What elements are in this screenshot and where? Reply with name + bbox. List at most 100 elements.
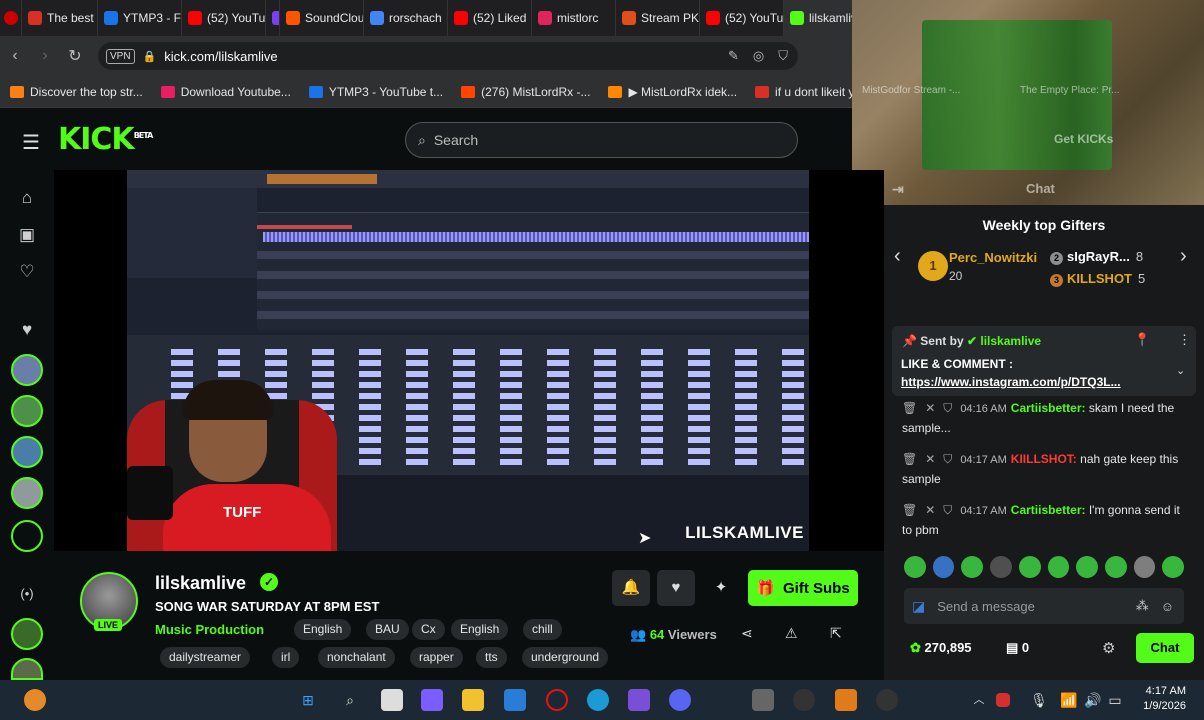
followed-channel-avatar-3[interactable]	[11, 436, 43, 468]
reload-button[interactable]: ↻	[60, 46, 90, 66]
kick-emote-icon[interactable]: ◪	[912, 598, 925, 615]
tag-pill[interactable]: irl	[272, 647, 300, 668]
microphone-icon[interactable]: 🎙	[1028, 689, 1050, 711]
tag-pill[interactable]: dailystreamer	[160, 647, 251, 668]
channel-points[interactable]: ✿ 270,895	[910, 640, 972, 656]
emote-icon[interactable]	[990, 556, 1012, 578]
theater-mode-icon[interactable]: ⇱	[830, 625, 842, 642]
opera-menu-icon[interactable]	[0, 0, 22, 36]
share-icon[interactable]: ⋖	[741, 625, 753, 642]
tag-pill[interactable]: underground	[522, 647, 609, 668]
category-link[interactable]: Music Production	[155, 622, 264, 637]
ban-icon[interactable]: ✕	[925, 452, 935, 466]
github-icon[interactable]	[793, 689, 815, 711]
channel-name[interactable]: lilskamlive	[155, 573, 246, 594]
battery-icon[interactable]: ▭	[1104, 689, 1126, 711]
file-explorer-icon[interactable]	[462, 689, 484, 711]
tray-app-icon[interactable]	[996, 693, 1010, 707]
following-heart-icon[interactable]: ♡	[17, 262, 37, 282]
delete-icon[interactable]: 🗑	[902, 503, 917, 517]
followed-channel-avatar-2[interactable]	[11, 395, 43, 427]
followed-channel-avatar-4[interactable]	[11, 477, 43, 509]
browser-tab[interactable]: (52) YouTu	[182, 0, 266, 36]
emote-icon[interactable]	[1104, 556, 1127, 578]
browser-tab[interactable]: SoundClou	[280, 0, 364, 36]
pin-icon[interactable]: 📍	[1134, 332, 1150, 348]
tag-pill[interactable]: Cx	[412, 619, 445, 640]
followed-heart-icon[interactable]: ♥	[17, 320, 37, 340]
copilot-icon[interactable]	[421, 689, 443, 711]
tag-pill[interactable]: tts	[476, 647, 507, 668]
bookmark-item[interactable]: (276) MistLordRx -...	[461, 85, 604, 99]
edit-icon[interactable]: ✎	[728, 48, 739, 64]
wifi-icon[interactable]: 📶	[1058, 689, 1080, 711]
bookmark-item[interactable]: YTMP3 - YouTube t...	[308, 85, 457, 99]
browser-tab[interactable]: rorschach	[364, 0, 448, 36]
browse-icon[interactable]: ▣	[17, 225, 37, 245]
browser-tab[interactable]: mistlorc	[532, 0, 616, 36]
followed-channel-avatar-5[interactable]	[11, 520, 43, 552]
fl-studio-icon[interactable]	[835, 689, 857, 711]
windows-start-icon[interactable]: ⊞	[297, 689, 319, 711]
emote-icon[interactable]	[1076, 556, 1098, 578]
media-player-icon[interactable]	[876, 689, 898, 711]
opera-icon[interactable]	[546, 689, 568, 711]
browser-tab[interactable]: YTMP3 - Fr	[98, 0, 182, 36]
pinned-more-icon[interactable]: ⋮	[1178, 332, 1191, 348]
tag-pill[interactable]: chill	[523, 619, 562, 640]
message-username[interactable]: Cartiisbetter:	[1011, 503, 1086, 517]
tag-pill[interactable]: English	[451, 619, 509, 640]
pinned-link[interactable]: https://www.instagram.com/p/DTQ3L...	[901, 375, 1161, 389]
emote-icon[interactable]	[961, 556, 984, 578]
timeout-icon[interactable]: ⛉	[943, 452, 952, 466]
emote-icon[interactable]	[904, 556, 926, 578]
kick-logo[interactable]: KICKBETA	[58, 122, 153, 157]
gifter-2-row[interactable]: 2 sIgRayR... 8	[1050, 249, 1143, 265]
live-streams-icon[interactable]: (•)	[17, 586, 37, 606]
system-clock[interactable]: 4:17 AM 1/9/2026	[1143, 684, 1186, 714]
back-button[interactable]: ‹	[0, 47, 30, 65]
delete-icon[interactable]: 🗑	[902, 452, 917, 466]
camera-app-icon[interactable]	[752, 689, 774, 711]
chevron-down-icon[interactable]: ⌄	[1176, 364, 1185, 377]
chat-send-button[interactable]: Chat	[1136, 633, 1194, 663]
browser-tab[interactable]: The best C	[22, 0, 98, 36]
emoji-icon[interactable]: ☺	[1161, 599, 1174, 614]
gifters-prev-icon[interactable]: ‹	[894, 245, 901, 268]
hamburger-menu-icon[interactable]: ☰	[22, 130, 40, 155]
chat-message-input[interactable]: ◪ Send a message ⁂ ☺	[904, 588, 1184, 624]
tag-pill[interactable]: nonchalant	[318, 647, 395, 668]
notifications-bell-button[interactable]: 🔔	[612, 570, 650, 606]
taskbar-search-icon[interactable]: ⌕	[339, 689, 361, 711]
emote-icon[interactable]	[1133, 556, 1156, 578]
forward-button[interactable]: ›	[30, 47, 60, 65]
ban-icon[interactable]: ✕	[925, 401, 935, 415]
discord-icon[interactable]	[669, 689, 691, 711]
emote-icon[interactable]	[1047, 556, 1070, 578]
browser-tab[interactable]: (52) YouTu	[700, 0, 784, 36]
tag-pill[interactable]: BAU	[366, 619, 409, 640]
vpn-badge[interactable]: VPN	[106, 48, 135, 64]
task-view-icon[interactable]	[381, 689, 403, 711]
emote-icon[interactable]	[1018, 556, 1041, 578]
weather-widget-icon[interactable]	[24, 689, 46, 711]
browser-tab[interactable]: Stream PK	[616, 0, 700, 36]
bookmark-item[interactable]: ▶ MistLordRx idek...	[608, 85, 751, 99]
tag-pill[interactable]: English	[294, 619, 352, 640]
follow-heart-button[interactable]: ♥	[657, 570, 695, 606]
ban-icon[interactable]: ✕	[925, 503, 935, 517]
tag-pill[interactable]: rapper	[410, 647, 463, 668]
chat-settings-gear-icon[interactable]: ⚙	[1102, 639, 1115, 657]
report-icon[interactable]: ⚠	[785, 625, 798, 642]
outlook-icon[interactable]	[504, 689, 526, 711]
volume-icon[interactable]: 🔊	[1082, 689, 1104, 711]
sparkle-icon[interactable]: ✦	[702, 570, 740, 606]
timeout-icon[interactable]: ⛉	[943, 503, 952, 517]
browser-tab[interactable]: (52) Liked	[448, 0, 532, 36]
gifter-3-row[interactable]: 3 KILLSHOT 5	[1050, 271, 1145, 287]
message-username[interactable]: KIILLSHOT:	[1011, 452, 1077, 466]
camera-icon[interactable]: ◎	[753, 48, 764, 64]
browser-tab[interactable]	[266, 0, 280, 36]
tts-icon[interactable]: ⁂	[1136, 598, 1149, 614]
gifters-next-icon[interactable]: ›	[1180, 245, 1187, 268]
